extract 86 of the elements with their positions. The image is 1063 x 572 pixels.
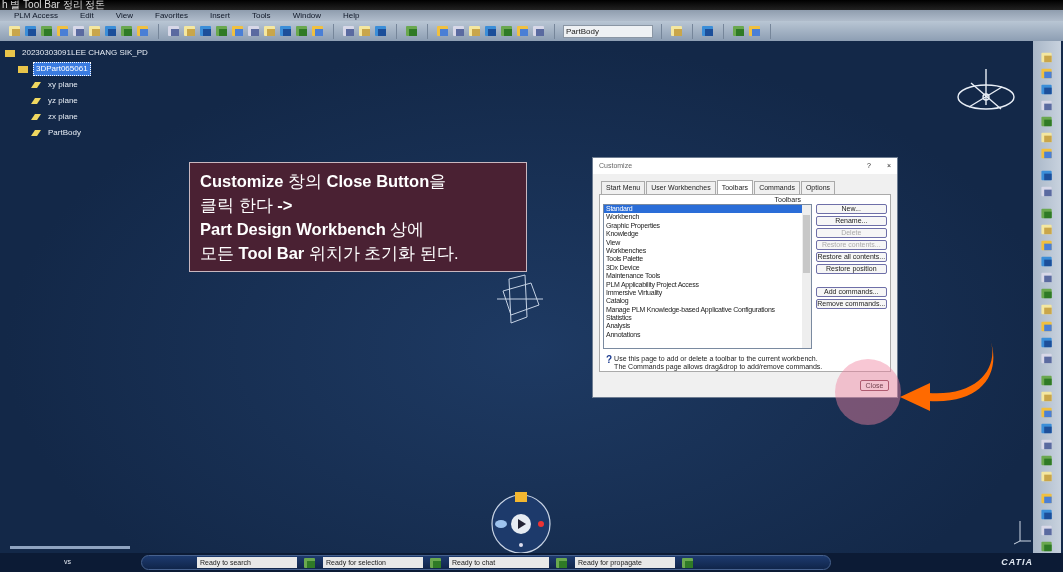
menu-item[interactable]: PLM Access bbox=[14, 10, 58, 21]
menu-item[interactable]: View bbox=[115, 10, 133, 21]
plane-icon bbox=[30, 112, 42, 122]
status-icon[interactable] bbox=[555, 555, 569, 570]
menu-item[interactable]: Tools bbox=[251, 10, 271, 21]
menu-item[interactable]: Favorites bbox=[155, 10, 188, 21]
tool-icon[interactable] bbox=[1040, 287, 1054, 301]
tool-icon[interactable] bbox=[436, 24, 450, 38]
compass-wheel-icon[interactable] bbox=[489, 490, 553, 553]
tool-icon[interactable] bbox=[1040, 147, 1054, 161]
tool-icon[interactable] bbox=[104, 24, 118, 38]
tool-icon[interactable] bbox=[374, 24, 388, 38]
tree-item[interactable]: 3DPart065061 bbox=[33, 62, 91, 76]
tool-icon[interactable] bbox=[1040, 67, 1054, 81]
tool-icon[interactable] bbox=[701, 24, 715, 38]
tool-icon[interactable] bbox=[1040, 99, 1054, 113]
tree-item[interactable]: xy plane bbox=[46, 79, 80, 91]
tool-icon[interactable] bbox=[40, 24, 54, 38]
status-icon[interactable] bbox=[303, 555, 317, 570]
tool-icon[interactable] bbox=[1040, 507, 1054, 521]
axis-icon bbox=[1012, 519, 1032, 545]
tool-icon[interactable] bbox=[1040, 207, 1054, 221]
tool-icon[interactable] bbox=[1040, 83, 1054, 97]
tool-icon[interactable] bbox=[167, 24, 181, 38]
menu-item[interactable]: Edit bbox=[80, 10, 94, 21]
tool-icon[interactable] bbox=[405, 24, 419, 38]
tool-icon[interactable] bbox=[295, 24, 309, 38]
tool-icon[interactable] bbox=[56, 24, 70, 38]
tool-icon[interactable] bbox=[1040, 319, 1054, 333]
menu-item[interactable]: Help bbox=[343, 10, 360, 21]
tool-icon[interactable] bbox=[311, 24, 325, 38]
tool-icon[interactable] bbox=[1040, 523, 1054, 537]
tool-icon[interactable] bbox=[1040, 491, 1054, 505]
tool-icon[interactable] bbox=[1040, 421, 1054, 435]
tool-icon[interactable] bbox=[247, 24, 261, 38]
tree-item[interactable]: yz plane bbox=[46, 95, 80, 107]
tree-item[interactable]: 20230303091LEE CHANG SIK_PD bbox=[20, 47, 150, 59]
tool-icon[interactable] bbox=[342, 24, 356, 38]
tool-icon[interactable] bbox=[279, 24, 293, 38]
tool-icon[interactable] bbox=[500, 24, 514, 38]
plane-icon bbox=[30, 80, 42, 90]
toolbar-list[interactable] bbox=[603, 204, 812, 349]
scrollbar[interactable] bbox=[801, 205, 811, 348]
tree-item[interactable]: zx plane bbox=[46, 111, 80, 123]
status-icon[interactable] bbox=[429, 555, 443, 570]
tool-icon[interactable] bbox=[484, 24, 498, 38]
logo-text: CATIA bbox=[1001, 555, 1033, 569]
tool-icon[interactable] bbox=[1040, 169, 1054, 183]
tool-icon[interactable] bbox=[215, 24, 229, 38]
tool-icon[interactable] bbox=[516, 24, 530, 38]
tool-icon[interactable] bbox=[1040, 255, 1054, 269]
tool-icon[interactable] bbox=[452, 24, 466, 38]
menu-item[interactable]: Insert bbox=[209, 10, 230, 21]
tool-icon[interactable] bbox=[732, 24, 746, 38]
tool-icon[interactable] bbox=[199, 24, 213, 38]
tool-icon[interactable] bbox=[231, 24, 245, 38]
tool-icon[interactable] bbox=[1040, 271, 1054, 285]
tool-icon[interactable] bbox=[24, 24, 38, 38]
tree-item[interactable]: PartBody bbox=[46, 127, 83, 139]
tool-icon[interactable] bbox=[1040, 185, 1054, 199]
menu-item[interactable]: Window bbox=[292, 10, 322, 21]
tool-icon[interactable] bbox=[120, 24, 134, 38]
tool-icon[interactable] bbox=[136, 24, 150, 38]
plane-icon bbox=[30, 96, 42, 106]
tool-icon[interactable] bbox=[532, 24, 546, 38]
body-dropdown[interactable]: PartBody bbox=[563, 24, 653, 38]
tool-icon[interactable] bbox=[72, 24, 86, 38]
callout-text: Customize 창의 Close Button을 클릭 한다 -> Part Design Workbench 상에 모든 Tool Bar 위치가 초기화 된다. bbox=[189, 162, 527, 272]
tool-icon[interactable] bbox=[1040, 115, 1054, 129]
tool-icon[interactable] bbox=[1040, 453, 1054, 467]
tool-icon[interactable] bbox=[748, 24, 762, 38]
folder-icon bbox=[4, 48, 16, 58]
tool-icon[interactable] bbox=[1040, 405, 1054, 419]
tool-icon[interactable] bbox=[1040, 539, 1054, 553]
folder-icon bbox=[17, 64, 29, 74]
tool-icon[interactable] bbox=[1040, 437, 1054, 451]
help-icon: ? bbox=[606, 355, 613, 371]
status-icon[interactable] bbox=[681, 555, 695, 570]
tool-icon[interactable] bbox=[1040, 239, 1054, 253]
plane-icon bbox=[30, 128, 42, 138]
window-title: h 별 Tool Bar 정리 정돈 bbox=[0, 0, 1063, 10]
tool-icon[interactable] bbox=[1040, 351, 1054, 365]
plane-axis-icon bbox=[495, 273, 545, 325]
tool-icon[interactable] bbox=[1040, 373, 1054, 387]
tool-icon[interactable] bbox=[1040, 335, 1054, 349]
scroll-bar[interactable] bbox=[10, 546, 130, 549]
